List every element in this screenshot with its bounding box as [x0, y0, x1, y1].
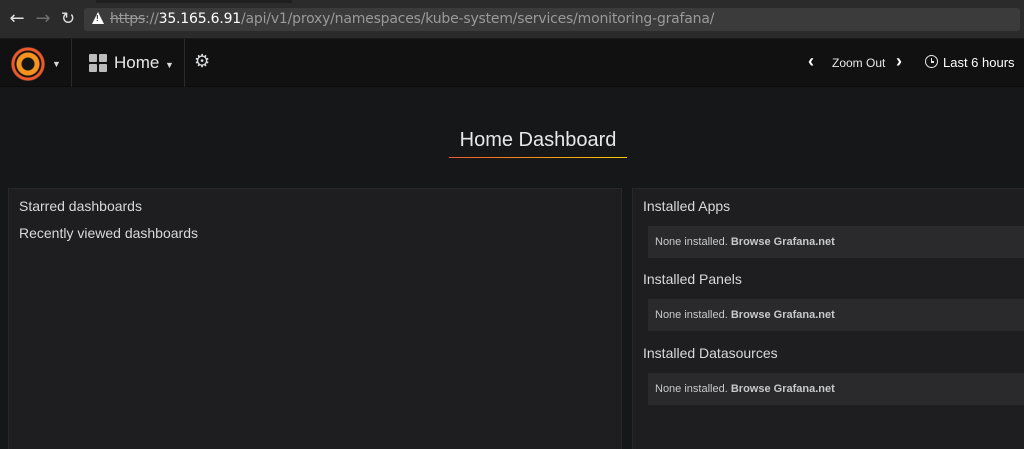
url-host: 35.165.6.91 — [158, 11, 242, 27]
none-installed-text: None installed. Browse Grafana.net — [655, 236, 835, 248]
clock-icon[interactable] — [925, 55, 938, 68]
grafana-topnav: ▼ Home ▼ ⚙ ‹ Zoom Out › Last 6 hours — [0, 39, 1024, 87]
plugin-list-panel: Installed Apps None installed. Browse Gr… — [632, 188, 1024, 449]
browser-toolbar: ← → ↻ https://35.165.6.91/api/v1/proxy/n… — [0, 0, 1024, 39]
caret-down-icon: ▼ — [165, 60, 174, 70]
caret-down-icon[interactable]: ▼ — [52, 59, 61, 69]
url-separator: :// — [145, 11, 159, 27]
time-range-picker[interactable]: Last 6 hours — [943, 55, 1015, 70]
grafana-logo-icon[interactable] — [11, 47, 45, 81]
warning-icon[interactable] — [92, 12, 104, 24]
time-shift-forward-icon[interactable]: › — [896, 51, 902, 72]
browse-grafana-link[interactable]: Browse Grafana.net — [731, 383, 835, 395]
arrow-left-icon[interactable]: ← — [6, 8, 28, 30]
browse-grafana-link[interactable]: Browse Grafana.net — [731, 309, 835, 321]
installed-panels-box: None installed. Browse Grafana.net — [648, 299, 1024, 331]
reload-icon[interactable]: ↻ — [57, 8, 79, 30]
installed-apps-heading: Installed Apps — [643, 198, 731, 214]
installed-datasources-heading: Installed Datasources — [643, 345, 778, 361]
installed-apps-box: None installed. Browse Grafana.net — [648, 226, 1024, 258]
url-scheme: https — [110, 11, 146, 27]
dashboard-picker-label: Home — [114, 53, 160, 72]
address-bar[interactable]: https://35.165.6.91/api/v1/proxy/namespa… — [84, 8, 1020, 31]
browse-grafana-link[interactable]: Browse Grafana.net — [731, 236, 835, 248]
installed-panels-heading: Installed Panels — [643, 271, 742, 287]
starred-dashboards-heading: Starred dashboards — [19, 198, 142, 214]
recent-dashboards-heading: Recently viewed dashboards — [19, 225, 198, 241]
arrow-right-icon[interactable]: → — [32, 8, 54, 30]
dashboard-grid-icon — [89, 54, 107, 72]
zoom-out-button[interactable]: Zoom Out — [832, 56, 885, 70]
installed-datasources-box: None installed. Browse Grafana.net — [648, 373, 1024, 405]
grafana-menu-button[interactable]: ▼ — [0, 39, 72, 87]
dashboard-picker-button[interactable]: Home ▼ — [73, 39, 185, 87]
gear-icon[interactable]: ⚙ — [194, 51, 210, 72]
dashboard-list-panel: Starred dashboards Recently viewed dashb… — [8, 188, 622, 449]
url-path: /api/v1/proxy/namespaces/kube-system/ser… — [241, 11, 715, 27]
none-installed-text: None installed. Browse Grafana.net — [655, 383, 835, 395]
time-shift-back-icon[interactable]: ‹ — [808, 51, 814, 72]
none-installed-text: None installed. Browse Grafana.net — [655, 309, 835, 321]
dashboard-title: Home Dashboard — [459, 129, 617, 151]
url-text: https://35.165.6.91/api/v1/proxy/namespa… — [110, 11, 714, 27]
title-underline — [449, 157, 627, 158]
browser-tab-edge — [96, 0, 292, 3]
